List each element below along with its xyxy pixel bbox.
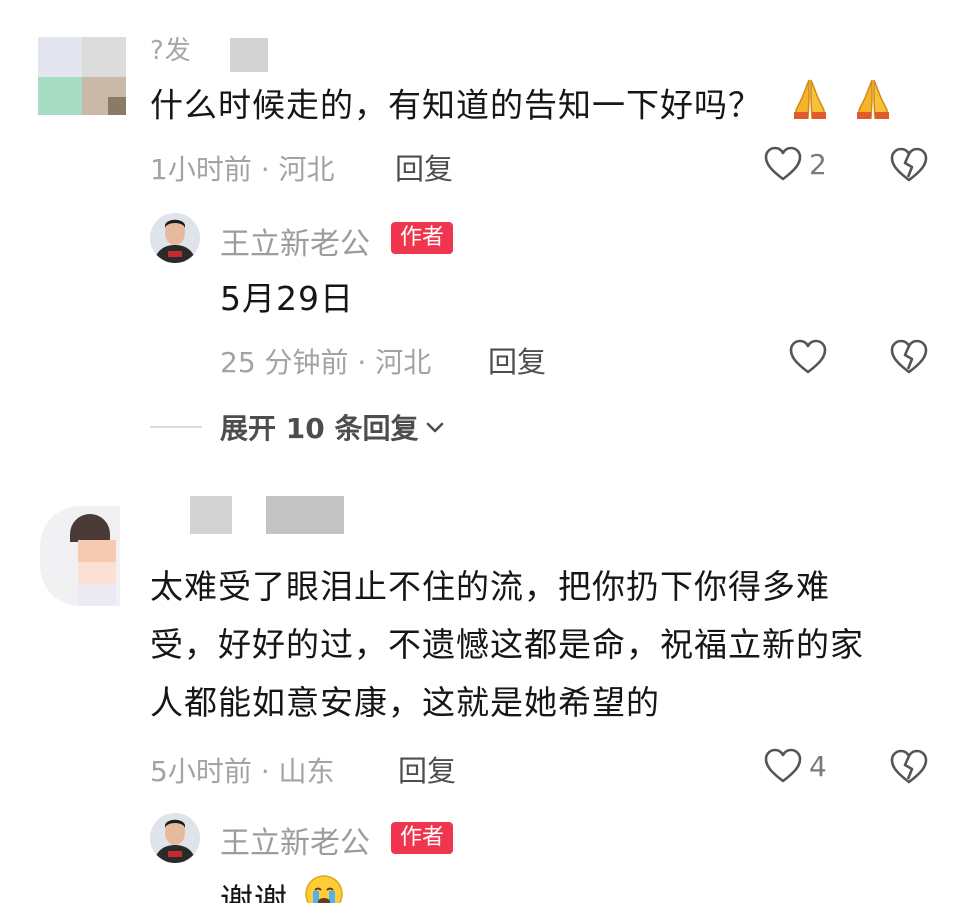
author-photo xyxy=(150,813,200,863)
loudly-crying-emoji xyxy=(304,874,344,903)
comment-text: 什么时候走的，有知道的告知一下好吗？ xyxy=(150,76,895,138)
comment-time-location: 5小时前 · 山东 xyxy=(150,755,335,788)
avatar[interactable] xyxy=(38,37,126,115)
comment-text-line: 人都能如意安康，这就是她希望的 xyxy=(150,683,660,722)
comment-text: 太难受了眼泪止不住的流，把你扔下你得多难 受，好好的过，不遗憾这都是命，祝福立新… xyxy=(150,558,864,732)
reply-button[interactable]: 回复 xyxy=(398,748,456,790)
comment-time-location: 1小时前 · 河北 xyxy=(150,153,335,186)
folded-hands-emoji xyxy=(851,76,895,138)
folded-hands-emoji xyxy=(788,76,832,138)
expand-replies-button[interactable]: 展开 10 条回复 xyxy=(150,407,446,447)
broken-heart-icon xyxy=(890,749,928,784)
like-button[interactable]: 2 xyxy=(763,145,827,183)
commenter-name-blurred[interactable] xyxy=(230,38,268,72)
heart-icon xyxy=(789,339,827,374)
author-name[interactable]: 王立新老公 xyxy=(220,219,370,263)
comment-1: ?发 什么时候走的，有知道的告知一下好吗？ 1小时前 · 河北 回复 2 王立新… xyxy=(0,0,960,470)
author-badge: 作者 xyxy=(391,222,454,254)
avatar-pixel xyxy=(78,584,116,606)
like-button[interactable] xyxy=(788,338,828,376)
commenter-name-partial[interactable]: ?发 xyxy=(150,30,192,67)
reply-button[interactable]: 回复 xyxy=(488,339,546,381)
comment-text-line: 太难受了眼泪止不住的流，把你扔下你得多难 xyxy=(150,567,830,606)
broken-heart-icon xyxy=(890,339,928,374)
avatar-pixel xyxy=(82,37,126,77)
avatar[interactable] xyxy=(40,506,120,606)
like-button[interactable]: 4 xyxy=(763,747,827,785)
avatar-pixel xyxy=(108,97,126,115)
dislike-button[interactable] xyxy=(889,146,929,188)
commenter-name-blurred[interactable] xyxy=(190,496,232,534)
commenter-name-blurred[interactable] xyxy=(266,496,344,534)
author-avatar[interactable] xyxy=(150,813,200,863)
reply-text-content: 谢谢 xyxy=(220,881,288,903)
avatar-pixel xyxy=(38,77,82,115)
chevron-down-icon xyxy=(427,422,444,433)
comment-text-content: 什么时候走的，有知道的告知一下好吗？ xyxy=(150,85,762,125)
broken-heart-icon xyxy=(890,147,928,182)
heart-icon xyxy=(764,146,802,181)
author-badge: 作者 xyxy=(391,822,454,854)
comment-2: 太难受了眼泪止不住的流，把你扔下你得多难 受，好好的过，不遗憾这都是命，祝福立新… xyxy=(0,470,960,903)
like-count: 2 xyxy=(809,147,827,181)
dislike-button[interactable] xyxy=(889,338,929,380)
comment-text-line: 受，好好的过，不遗憾这都是命，祝福立新的家 xyxy=(150,625,864,664)
expand-divider xyxy=(150,426,202,428)
reply-text: 谢谢 xyxy=(220,872,344,903)
author-name[interactable]: 王立新老公 xyxy=(220,818,370,862)
reply-text: 5月29日 xyxy=(220,279,354,318)
reply-button[interactable]: 回复 xyxy=(395,146,453,188)
author-avatar[interactable] xyxy=(150,213,200,263)
author-photo xyxy=(150,213,200,263)
avatar-pixel xyxy=(38,37,82,77)
like-count: 4 xyxy=(809,749,827,783)
avatar-pixel xyxy=(78,540,116,562)
avatar-pixel xyxy=(78,562,116,584)
reply-time-location: 25 分钟前 · 河北 xyxy=(220,346,432,379)
dislike-button[interactable] xyxy=(889,748,929,790)
heart-icon xyxy=(764,748,802,783)
expand-replies-label: 展开 10 条回复 xyxy=(220,412,419,445)
